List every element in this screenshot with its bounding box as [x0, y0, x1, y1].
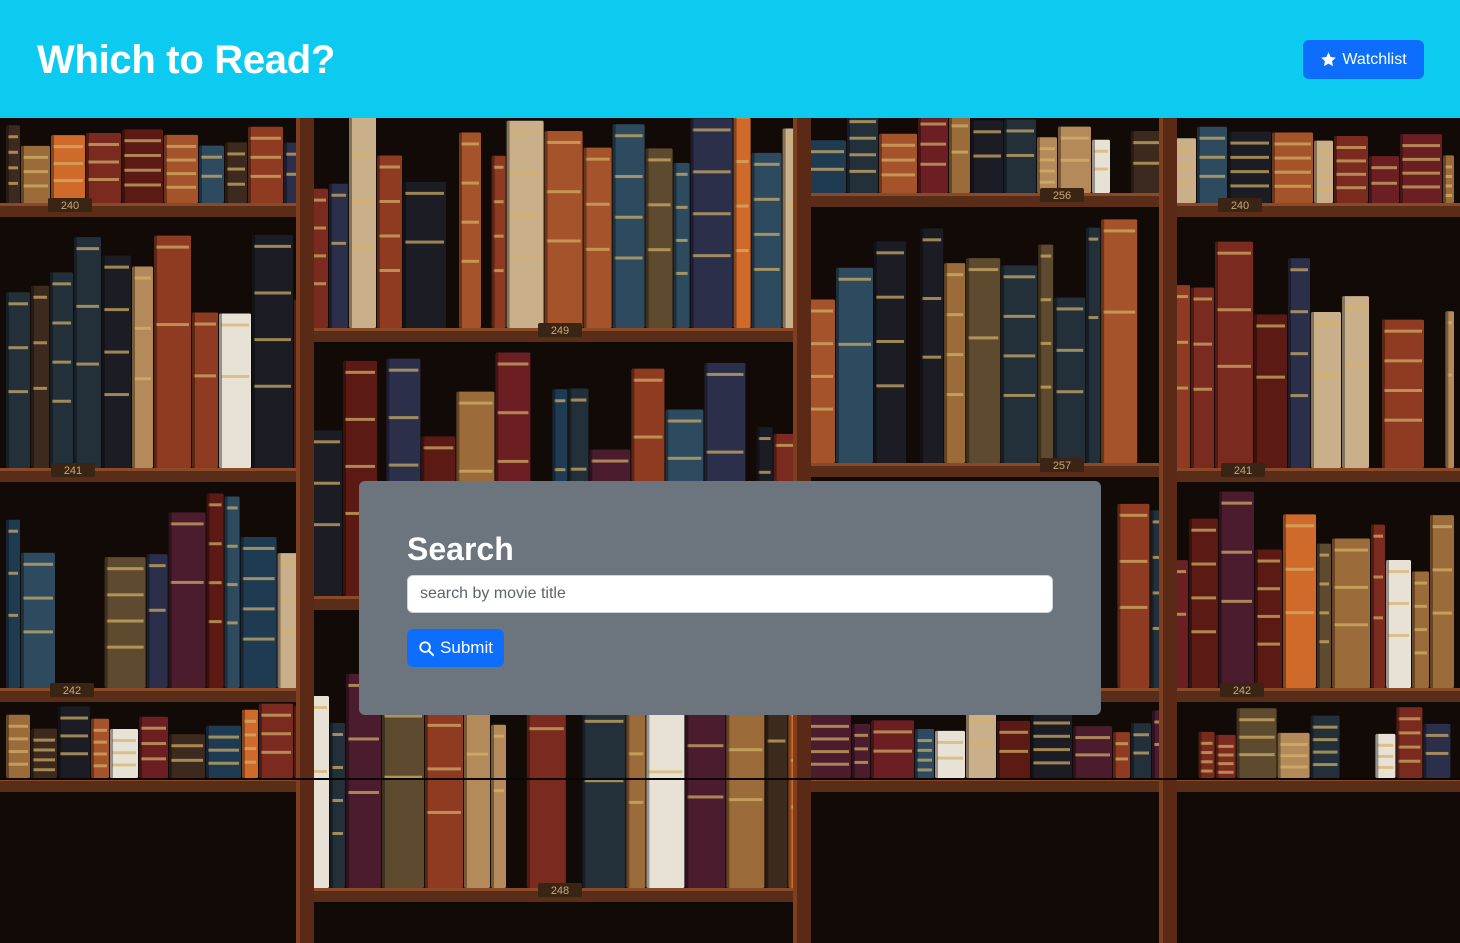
page: Which to Read? Watchlist 240 249 256 240 241…	[0, 0, 1460, 943]
shelf-number-label: 256	[1053, 190, 1071, 202]
shelf-number-label: 257	[1053, 460, 1071, 472]
top-navbar: Which to Read? Watchlist	[0, 0, 1460, 118]
search-card: Search Submit	[359, 481, 1101, 715]
shelf-number-label: 240	[61, 200, 79, 212]
star-icon	[1320, 51, 1337, 68]
search-heading: Search	[407, 531, 514, 567]
shelf-number-label: 249	[551, 325, 569, 337]
submit-button[interactable]: Submit	[407, 629, 504, 667]
app-title[interactable]: Which to Read?	[37, 36, 335, 84]
submit-label: Submit	[440, 638, 493, 657]
shelf-number-label: 242	[63, 685, 81, 697]
watchlist-button[interactable]: Watchlist	[1303, 40, 1424, 79]
shelf-number-label: 248	[551, 885, 569, 897]
shelf-number-label: 242	[1233, 685, 1251, 697]
shelf-number-label: 241	[64, 465, 82, 477]
search-icon	[418, 640, 435, 657]
shelf-number-label: 240	[1231, 200, 1249, 212]
watchlist-label: Watchlist	[1342, 50, 1407, 68]
search-input[interactable]	[407, 575, 1053, 613]
shelf-number-label: 241	[1234, 465, 1252, 477]
